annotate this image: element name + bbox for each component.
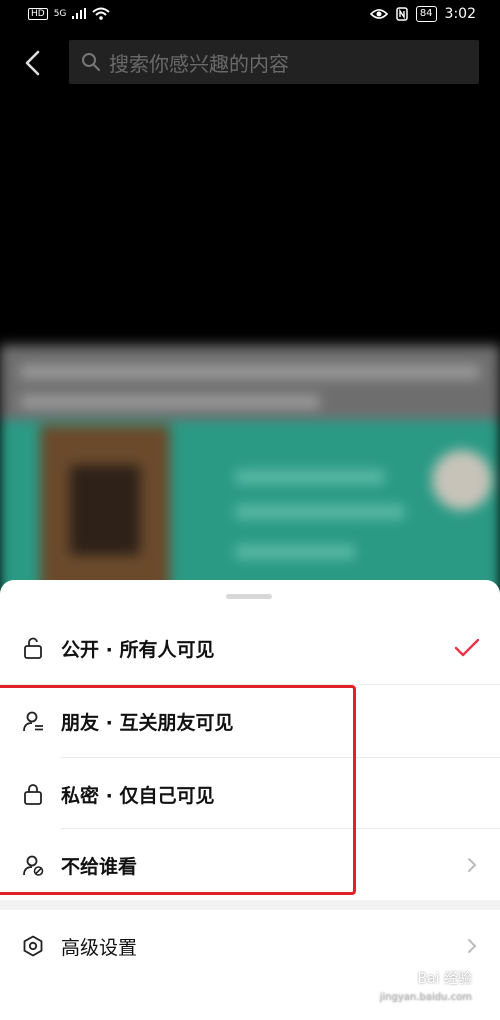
unlock-icon <box>24 637 42 659</box>
search-placeholder: 搜索你感兴趣的内容 <box>109 51 289 76</box>
wifi-icon <box>92 7 111 20</box>
blurred-text-line <box>235 470 385 484</box>
blurred-video-card <box>0 345 500 610</box>
blurred-text-line <box>20 365 480 379</box>
sheet-drag-handle[interactable] <box>226 594 272 599</box>
blurred-text-line <box>235 505 405 519</box>
chevron-right-icon <box>468 858 477 872</box>
red-highlight-box <box>0 685 356 895</box>
signal-icon <box>72 8 87 19</box>
blurred-avatar <box>432 450 492 510</box>
nfc-icon <box>396 7 408 21</box>
watermark-text: Bai 经验 <box>417 971 472 987</box>
battery-indicator: 84 <box>415 6 437 22</box>
network-label: 5G <box>53 8 67 19</box>
chevron-right-icon <box>468 939 477 953</box>
top-bar: 搜索你感兴趣的内容 <box>0 40 500 86</box>
blurred-text-line <box>20 395 320 409</box>
eye-icon <box>369 9 388 19</box>
status-bar: HD 5G 84 3:02 <box>0 0 500 32</box>
option-public-label: 公开 · 所有人可见 <box>61 638 215 661</box>
search-input[interactable]: 搜索你感兴趣的内容 <box>69 40 479 84</box>
section-gap <box>0 900 500 910</box>
search-icon <box>82 53 100 71</box>
clock: 3:02 <box>444 6 476 22</box>
checkmark-icon <box>454 638 480 657</box>
baidu-watermark: Bai 经验 jingyan.baidu.com <box>380 968 472 1003</box>
advanced-settings-label: 高级设置 <box>61 936 138 959</box>
blurred-text-line <box>235 545 355 559</box>
back-icon[interactable] <box>22 49 46 77</box>
blurred-thumbnail-detail <box>70 465 140 555</box>
blurred-header <box>0 345 500 425</box>
privacy-bottom-sheet: 公开 · 所有人可见 朋友 · 互关朋友可见 私密 · 仅自己可见 不给谁看 高… <box>0 580 500 1020</box>
watermark-sub: jingyan.baidu.com <box>379 992 472 1003</box>
option-public[interactable]: 公开 · 所有人可见 <box>0 612 500 684</box>
settings-icon <box>23 935 43 957</box>
hd-badge: HD <box>28 7 48 20</box>
